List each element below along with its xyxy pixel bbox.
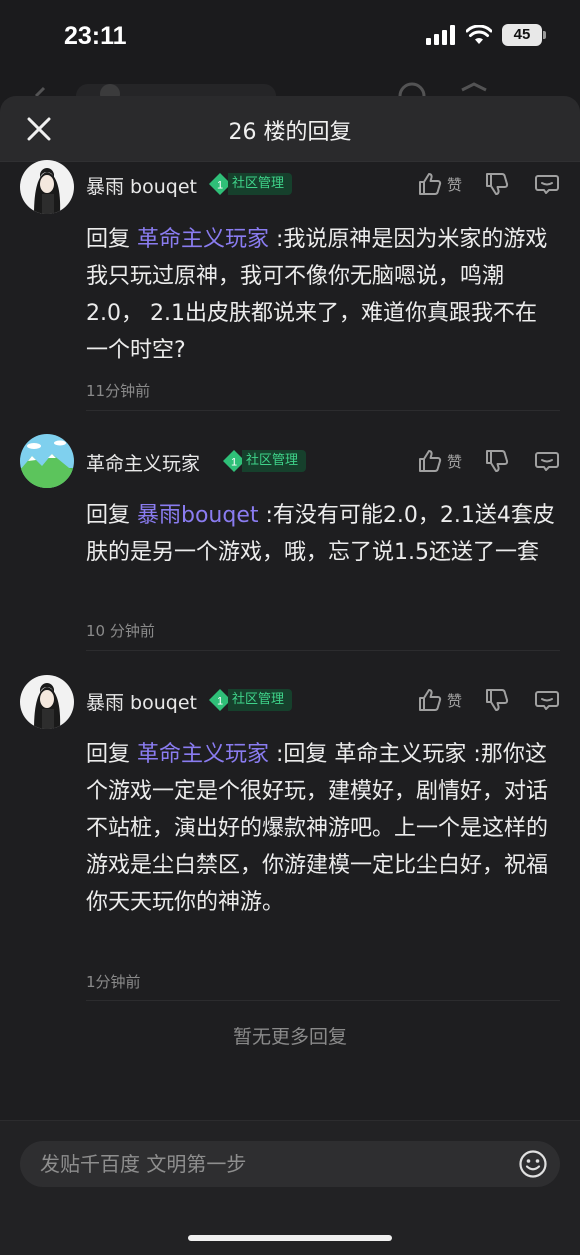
status-icons: 45 — [426, 24, 546, 46]
divider — [86, 410, 560, 411]
thumbs-up-icon — [418, 689, 442, 711]
comment-content: 回复 革命主义玩家 :我说原神是因为米家的游戏我只玩过原神，我可不像你无脑嗯说，… — [86, 221, 556, 369]
badge-label: 社区管理 — [228, 689, 293, 711]
no-more-replies: 暂无更多回复 — [232, 1026, 347, 1048]
wifi-icon — [466, 25, 492, 44]
thumbs-down-icon[interactable] — [484, 171, 510, 197]
comment-content: 回复 暴雨bouqet :有没有可能2.0，2.1送4套皮肤的是另一个游戏，哦，… — [86, 497, 556, 571]
comment-icon[interactable] — [534, 171, 560, 197]
comment-time: 1分钟前 — [86, 973, 141, 991]
comment-icon[interactable] — [534, 448, 560, 474]
comment-actions: 赞 — [417, 171, 560, 197]
like-button[interactable]: 赞 — [417, 171, 462, 197]
divider — [86, 650, 560, 651]
comment-text: :回复 革命主义玩家 :那你这个游戏一定是个很好玩，建模好，剧情好，对话不站桩，… — [86, 742, 549, 915]
like-button[interactable]: 赞 — [417, 448, 462, 474]
comment-actions: 赞 — [417, 687, 560, 713]
thumbs-down-icon[interactable] — [484, 687, 510, 713]
badge-level: 1 — [217, 180, 223, 192]
avatar[interactable] — [20, 675, 74, 729]
comment-actions: 赞 — [417, 448, 560, 474]
home-indicator[interactable] — [188, 1235, 392, 1241]
reply-input-container — [20, 1141, 560, 1187]
admin-badge: 1 社区管理 — [208, 172, 293, 196]
mention-link[interactable]: 革命主义玩家 — [137, 742, 269, 767]
admin-badge: 1 社区管理 — [208, 688, 293, 712]
divider — [86, 1000, 560, 1001]
avatar[interactable] — [20, 434, 74, 488]
admin-badge: 1 社区管理 — [222, 449, 307, 473]
badge-level: 1 — [231, 457, 237, 469]
reply-prefix: 回复 — [86, 227, 137, 252]
comment-content: 回复 革命主义玩家 :回复 革命主义玩家 :那你这个游戏一定是个很好玩，建模好，… — [86, 736, 556, 921]
badge-label: 社区管理 — [228, 173, 293, 195]
username[interactable]: 暴雨 bouqet — [86, 688, 197, 715]
reply-prefix: 回复 — [86, 503, 137, 528]
reply-prefix: 回复 — [86, 742, 137, 767]
avatar[interactable] — [20, 160, 74, 214]
sheet-title: 26 楼的回复 — [228, 120, 352, 145]
status-bar: 23:11 45 — [0, 0, 580, 78]
comment-time: 11分钟前 — [86, 382, 151, 400]
smiley-icon[interactable] — [518, 1149, 548, 1179]
battery-indicator: 45 — [502, 24, 546, 46]
thumbs-up-icon — [418, 173, 442, 195]
username[interactable]: 革命主义玩家 — [86, 449, 200, 476]
sheet-header: 26 楼的回复 — [0, 96, 580, 162]
thumbs-up-icon — [418, 450, 442, 472]
username[interactable]: 暴雨 bouqet — [86, 172, 197, 199]
like-label: 赞 — [446, 691, 462, 710]
comment-time: 10 分钟前 — [86, 622, 155, 640]
badge-label: 社区管理 — [242, 450, 307, 472]
like-button[interactable]: 赞 — [417, 687, 462, 713]
status-time: 23:11 — [64, 22, 127, 50]
badge-level: 1 — [217, 696, 223, 708]
like-label: 赞 — [446, 452, 462, 471]
like-label: 赞 — [446, 175, 462, 194]
thumbs-down-icon[interactable] — [484, 448, 510, 474]
comment-icon[interactable] — [534, 687, 560, 713]
mention-link[interactable]: 革命主义玩家 — [137, 227, 269, 252]
mention-link[interactable]: 暴雨bouqet — [137, 503, 259, 528]
reply-input[interactable] — [40, 1141, 510, 1187]
signal-icon — [426, 25, 455, 45]
